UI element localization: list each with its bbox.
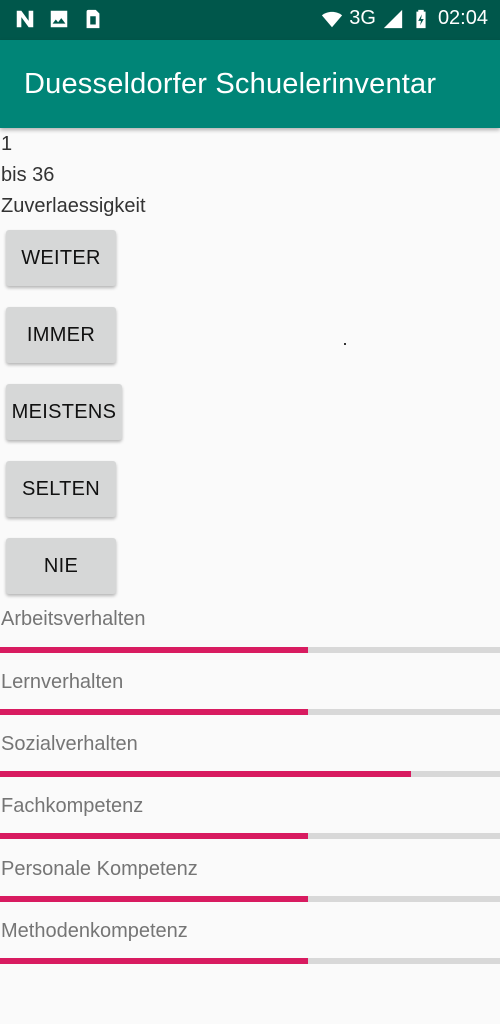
wifi-icon xyxy=(321,8,343,30)
weiter-button[interactable]: WEITER xyxy=(6,230,116,286)
image-icon xyxy=(48,8,70,30)
item-range: bis 36 xyxy=(1,164,55,186)
category-label-methodenkompetenz: Methodenkompetenz xyxy=(1,920,188,942)
app-bar: Duesseldorfer Schuelerinventar xyxy=(0,40,500,128)
clock: 02:04 xyxy=(437,7,488,29)
n-notification-icon xyxy=(14,8,36,30)
progress-personale-kompetenz xyxy=(0,896,500,902)
sim-icon xyxy=(82,8,104,30)
progress-fill xyxy=(0,958,308,964)
app-title: Duesseldorfer Schuelerinventar xyxy=(24,68,437,100)
item-number: 1 xyxy=(1,133,13,155)
battery-charging-icon xyxy=(410,8,432,30)
progress-fill xyxy=(0,896,308,902)
nie-button[interactable]: NIE xyxy=(6,538,116,594)
progress-fachkompetenz xyxy=(0,833,500,839)
progress-arbeitsverhalten xyxy=(0,647,500,653)
category-label-sozialverhalten: Sozialverhalten xyxy=(1,733,138,755)
selten-button[interactable]: SELTEN xyxy=(6,461,116,517)
progress-sozialverhalten xyxy=(0,771,500,777)
progress-lernverhalten xyxy=(0,709,500,715)
category-label-lernverhalten: Lernverhalten xyxy=(1,671,124,693)
meistens-button[interactable]: MEISTENS xyxy=(6,384,122,440)
category-label-personale-kompetenz: Personale Kompetenz xyxy=(1,858,198,880)
progress-fill xyxy=(0,833,308,839)
progress-fill xyxy=(0,709,308,715)
network-type: 3G xyxy=(349,7,376,29)
stray-dot xyxy=(344,343,346,345)
progress-fill xyxy=(0,647,308,653)
status-bar: 3G 02:04 xyxy=(0,0,500,40)
immer-button[interactable]: IMMER xyxy=(6,307,116,363)
category-label-fachkompetenz: Fachkompetenz xyxy=(1,795,144,817)
item-category: Zuverlaessigkeit xyxy=(1,195,146,217)
progress-methodenkompetenz xyxy=(0,958,500,964)
category-label-arbeitsverhalten: Arbeitsverhalten xyxy=(1,608,146,630)
progress-fill xyxy=(0,771,411,777)
signal-icon xyxy=(382,8,404,30)
